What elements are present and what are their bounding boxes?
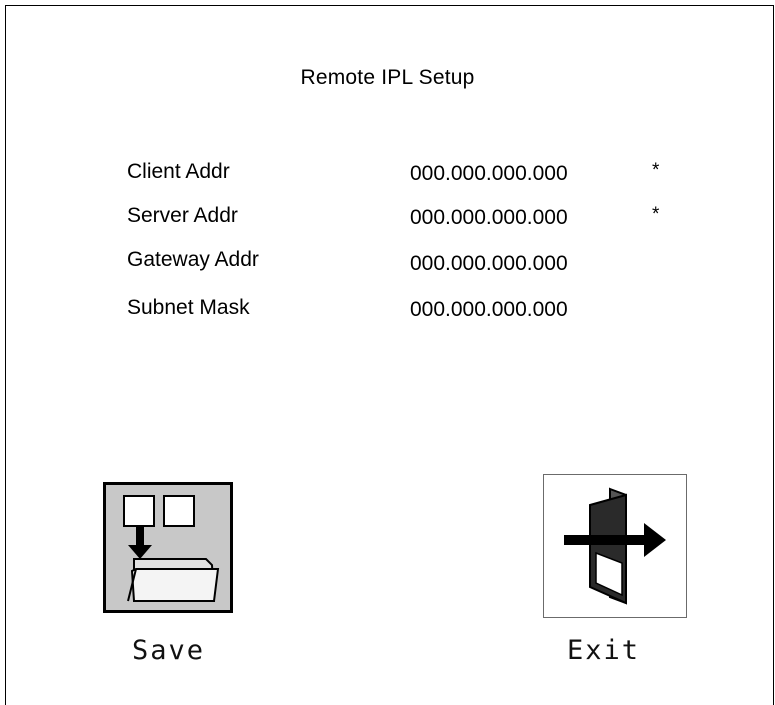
required-marker: * xyxy=(652,160,660,181)
page-title: Remote IPL Setup xyxy=(300,66,475,89)
server-addr-field[interactable]: 000.000.000.000 xyxy=(410,206,568,230)
save-caption: Save xyxy=(132,635,206,666)
save-button[interactable] xyxy=(103,482,233,613)
exit-door-icon xyxy=(564,487,666,605)
exit-caption: Exit xyxy=(567,635,641,666)
required-marker: * xyxy=(652,204,660,225)
field-row-client-addr: Client Addr 000.000.000.000 * xyxy=(0,160,775,190)
field-row-gateway-addr: Gateway Addr 000.000.000.000 xyxy=(0,248,775,278)
field-row-server-addr: Server Addr 000.000.000.000 * xyxy=(0,204,775,234)
subnet-mask-field[interactable]: 000.000.000.000 xyxy=(410,298,568,322)
field-row-subnet-mask: Subnet Mask 000.000.000.000 xyxy=(0,296,775,326)
save-folder-icon xyxy=(123,495,220,602)
field-label: Gateway Addr xyxy=(127,248,259,271)
gateway-addr-field[interactable]: 000.000.000.000 xyxy=(410,252,568,276)
field-label: Subnet Mask xyxy=(127,296,250,319)
field-label: Client Addr xyxy=(127,160,230,183)
client-addr-field[interactable]: 000.000.000.000 xyxy=(410,162,568,186)
exit-button[interactable] xyxy=(543,474,687,618)
field-label: Server Addr xyxy=(127,204,238,227)
